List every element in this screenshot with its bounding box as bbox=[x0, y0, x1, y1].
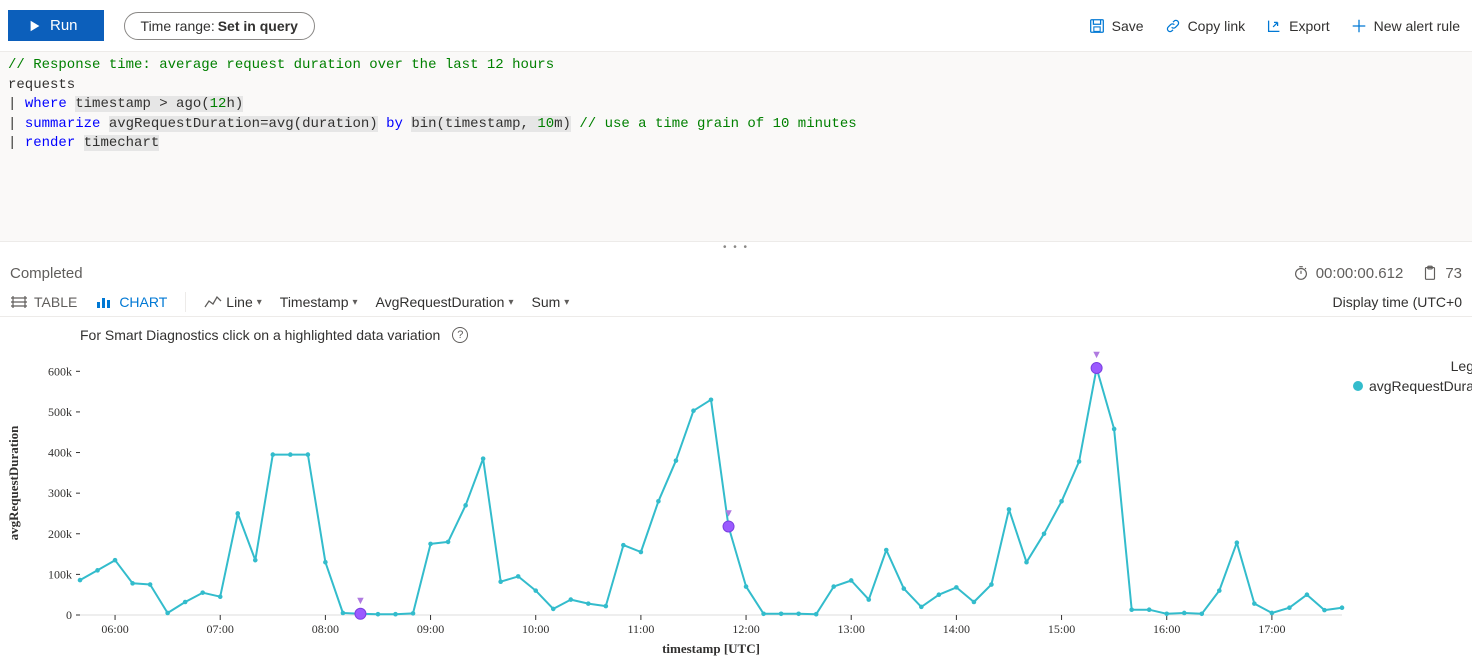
view-bar: TABLE CHART Line▾ Timestamp▾ AvgRequestD… bbox=[0, 288, 1472, 317]
toolbar-actions: Save Copy link Export New alert rule bbox=[1088, 17, 1460, 35]
toolbar: Run Time range: Set in query Save Copy l… bbox=[0, 0, 1472, 52]
table-label: TABLE bbox=[34, 294, 77, 310]
chart-hint-row: For Smart Diagnostics click on a highlig… bbox=[0, 317, 1472, 347]
svg-text:09:00: 09:00 bbox=[417, 622, 444, 636]
help-icon[interactable]: ? bbox=[452, 327, 468, 343]
svg-text:600k: 600k bbox=[48, 364, 72, 378]
chart-area[interactable]: 0 100k 200k 300k 400k 500k 600k 06:00 07:00 08:00… bbox=[0, 347, 1472, 657]
chevron-down-icon: ▾ bbox=[508, 297, 513, 308]
splitter-handle[interactable]: • • • bbox=[0, 242, 1472, 258]
svg-text:500k: 500k bbox=[48, 405, 72, 419]
status-text: Completed bbox=[10, 265, 83, 282]
time-range-value: Set in query bbox=[218, 18, 298, 34]
export-label: Export bbox=[1289, 18, 1329, 34]
duration-value: 00:00:00.612 bbox=[1316, 265, 1404, 282]
svg-text:06:00: 06:00 bbox=[101, 622, 128, 636]
copy-link-button[interactable]: Copy link bbox=[1164, 17, 1246, 35]
play-icon bbox=[28, 19, 42, 33]
line-icon bbox=[204, 295, 222, 309]
status-rows: 73 bbox=[1421, 264, 1462, 282]
svg-text:0: 0 bbox=[66, 608, 72, 622]
link-icon bbox=[1164, 17, 1182, 35]
copy-link-label: Copy link bbox=[1188, 18, 1246, 34]
run-label: Run bbox=[50, 17, 78, 34]
svg-text:▼: ▼ bbox=[355, 595, 366, 607]
chevron-down-icon: ▾ bbox=[564, 297, 569, 308]
clipboard-icon bbox=[1421, 264, 1439, 282]
svg-text:15:00: 15:00 bbox=[1048, 622, 1075, 636]
chevron-down-icon: ▾ bbox=[353, 297, 358, 308]
svg-text:timestamp [UTC]: timestamp [UTC] bbox=[662, 641, 760, 656]
svg-text:▼: ▼ bbox=[1091, 349, 1102, 361]
new-alert-label: New alert rule bbox=[1374, 18, 1460, 34]
new-alert-rule-button[interactable]: New alert rule bbox=[1350, 17, 1460, 35]
svg-text:17:00: 17:00 bbox=[1258, 622, 1285, 636]
save-label: Save bbox=[1112, 18, 1144, 34]
svg-text:14:00: 14:00 bbox=[943, 622, 970, 636]
chart-label: CHART bbox=[119, 294, 167, 310]
query-editor[interactable]: // Response time: average request durati… bbox=[0, 52, 1472, 242]
save-icon bbox=[1088, 17, 1106, 35]
x-axis-dropdown[interactable]: Timestamp▾ bbox=[280, 294, 358, 310]
svg-text:08:00: 08:00 bbox=[312, 622, 339, 636]
svg-text:07:00: 07:00 bbox=[207, 622, 234, 636]
time-range-label: Time range: bbox=[141, 18, 215, 34]
svg-text:12:00: 12:00 bbox=[732, 622, 759, 636]
rows-value: 73 bbox=[1445, 265, 1462, 282]
line-chart: 0 100k 200k 300k 400k 500k 600k 06:00 07:00 08:00… bbox=[0, 347, 1472, 657]
stopwatch-icon bbox=[1292, 264, 1310, 282]
table-icon bbox=[10, 295, 28, 309]
save-button[interactable]: Save bbox=[1088, 17, 1144, 35]
svg-text:avgRequestDuration: avgRequestDuration bbox=[6, 425, 21, 541]
run-button[interactable]: Run bbox=[8, 10, 104, 41]
status-bar: Completed 00:00:00.612 73 bbox=[0, 258, 1472, 288]
divider bbox=[185, 292, 186, 312]
chart-type-dropdown[interactable]: Line▾ bbox=[204, 294, 262, 310]
status-duration: 00:00:00.612 bbox=[1292, 264, 1404, 282]
svg-text:200k: 200k bbox=[48, 527, 72, 541]
smart-diagnostics-hint: For Smart Diagnostics click on a highlig… bbox=[80, 327, 440, 343]
y-axis-dropdown[interactable]: AvgRequestDuration▾ bbox=[376, 294, 514, 310]
view-table-toggle[interactable]: TABLE bbox=[10, 294, 77, 310]
svg-text:10:00: 10:00 bbox=[522, 622, 549, 636]
svg-text:300k: 300k bbox=[48, 486, 72, 500]
svg-text:▼: ▼ bbox=[723, 507, 734, 519]
chevron-down-icon: ▾ bbox=[257, 297, 262, 308]
chart-icon bbox=[95, 295, 113, 309]
svg-text:11:00: 11:00 bbox=[627, 622, 654, 636]
aggregation-dropdown[interactable]: Sum▾ bbox=[532, 294, 570, 310]
svg-text:16:00: 16:00 bbox=[1153, 622, 1180, 636]
view-chart-toggle[interactable]: CHART bbox=[95, 294, 167, 310]
export-button[interactable]: Export bbox=[1265, 17, 1329, 35]
svg-text:13:00: 13:00 bbox=[838, 622, 865, 636]
export-icon bbox=[1265, 17, 1283, 35]
svg-text:400k: 400k bbox=[48, 446, 72, 460]
time-range-pill[interactable]: Time range: Set in query bbox=[124, 12, 315, 40]
svg-text:100k: 100k bbox=[48, 567, 72, 581]
display-time-label: Display time (UTC+0 bbox=[1332, 294, 1462, 310]
plus-icon bbox=[1350, 17, 1368, 35]
